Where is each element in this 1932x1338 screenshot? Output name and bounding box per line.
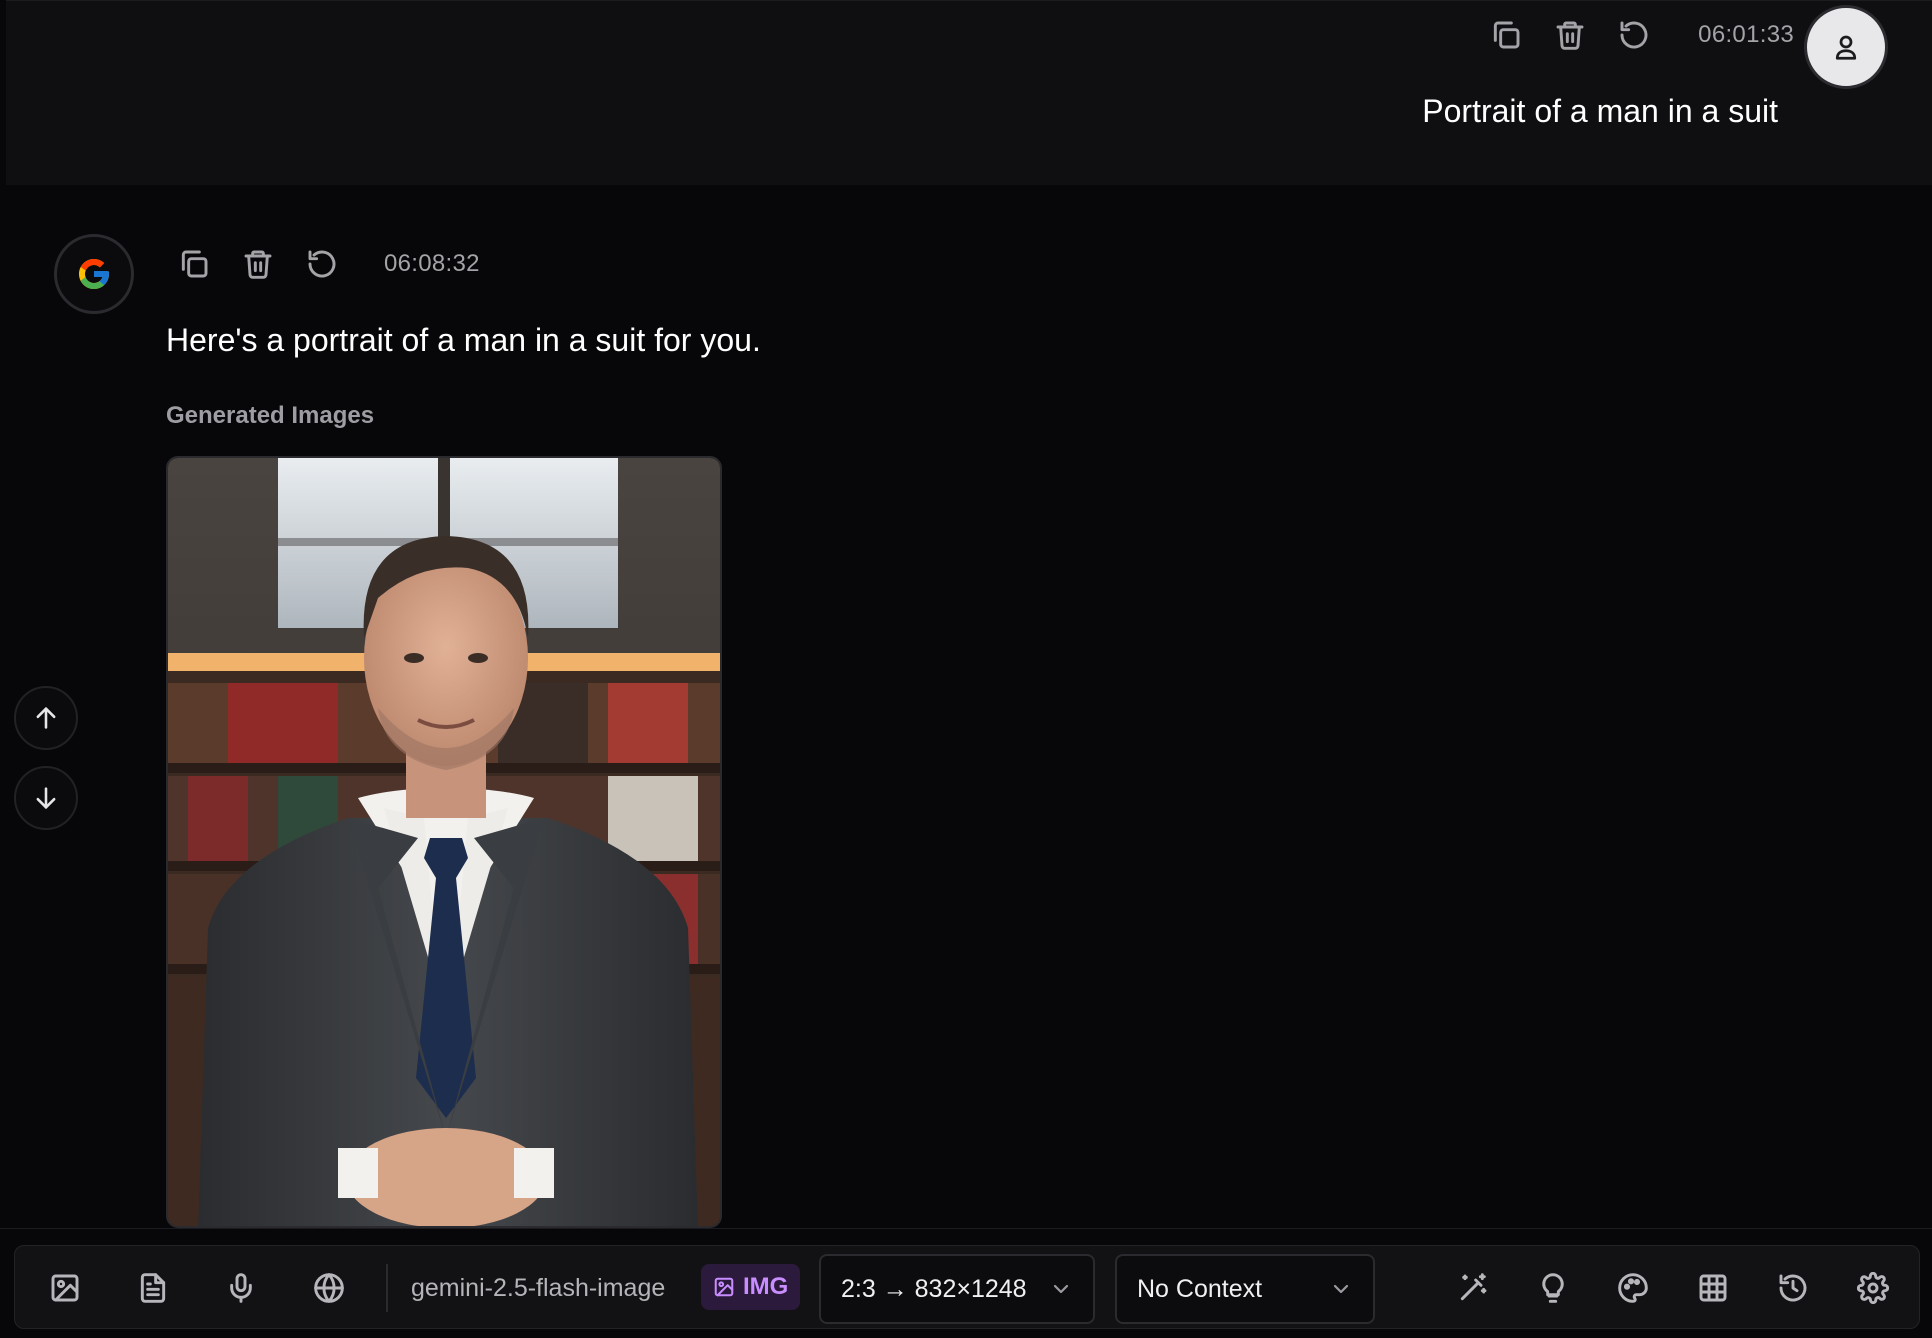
composer-toolbar-area: gemini-2.5-flash-image IMG 2:3 → 832×124… (0, 1228, 1932, 1338)
image-icon (713, 1276, 735, 1298)
settings-icon[interactable] (1853, 1268, 1893, 1308)
assistant-avatar (54, 234, 134, 314)
arrow-up-icon (32, 704, 60, 732)
regenerate-icon[interactable] (1618, 19, 1650, 51)
globe-icon[interactable] (309, 1268, 349, 1308)
user-message-actions: 06:01:33 (1490, 15, 1794, 55)
arrow-down-icon (32, 784, 60, 812)
context-select[interactable]: No Context (1115, 1254, 1375, 1324)
regenerate-icon[interactable] (306, 248, 338, 280)
trash-icon[interactable] (1554, 19, 1586, 51)
model-name[interactable]: gemini-2.5-flash-image (411, 1274, 665, 1303)
trash-icon[interactable] (242, 248, 274, 280)
img-badge-label: IMG (743, 1273, 789, 1300)
scroll-up-button[interactable] (14, 686, 78, 750)
assistant-message-actions: 06:08:32 (178, 244, 480, 284)
composer-toolbar: gemini-2.5-flash-image IMG 2:3 → 832×124… (14, 1245, 1920, 1329)
aspect-ratio-select[interactable]: 2:3 → 832×1248 (819, 1254, 1095, 1324)
generated-images-label: Generated Images (166, 402, 375, 429)
copy-icon[interactable] (1490, 19, 1522, 51)
chevron-down-icon (1329, 1277, 1353, 1301)
user-timestamp: 06:01:33 (1698, 21, 1794, 48)
generated-image[interactable] (166, 456, 722, 1228)
magic-wand-icon[interactable] (1453, 1268, 1493, 1308)
img-badge: IMG (701, 1264, 801, 1310)
user-icon (1831, 32, 1861, 62)
context-value: No Context (1137, 1274, 1263, 1303)
table-icon[interactable] (1693, 1268, 1733, 1308)
palette-icon[interactable] (1613, 1268, 1653, 1308)
user-message: 06:01:33 Portrait of a man in a suit (6, 0, 1932, 185)
history-icon[interactable] (1773, 1268, 1813, 1308)
assistant-message-text: Here's a portrait of a man in a suit for… (166, 322, 761, 358)
lightbulb-icon[interactable] (1533, 1268, 1573, 1308)
google-logo (76, 256, 112, 292)
copy-icon[interactable] (178, 248, 210, 280)
user-message-text: Portrait of a man in a suit (1422, 93, 1778, 129)
assistant-timestamp: 06:08:32 (384, 250, 480, 277)
user-avatar (1804, 5, 1888, 89)
scroll-down-button[interactable] (14, 766, 78, 830)
aspect-ratio-value: 2:3 → 832×1248 (841, 1274, 1027, 1303)
toolbar-divider (386, 1264, 388, 1312)
document-icon[interactable] (133, 1268, 173, 1308)
image-upload-icon[interactable] (45, 1268, 85, 1308)
microphone-icon[interactable] (221, 1268, 261, 1308)
chevron-down-icon (1049, 1277, 1073, 1301)
